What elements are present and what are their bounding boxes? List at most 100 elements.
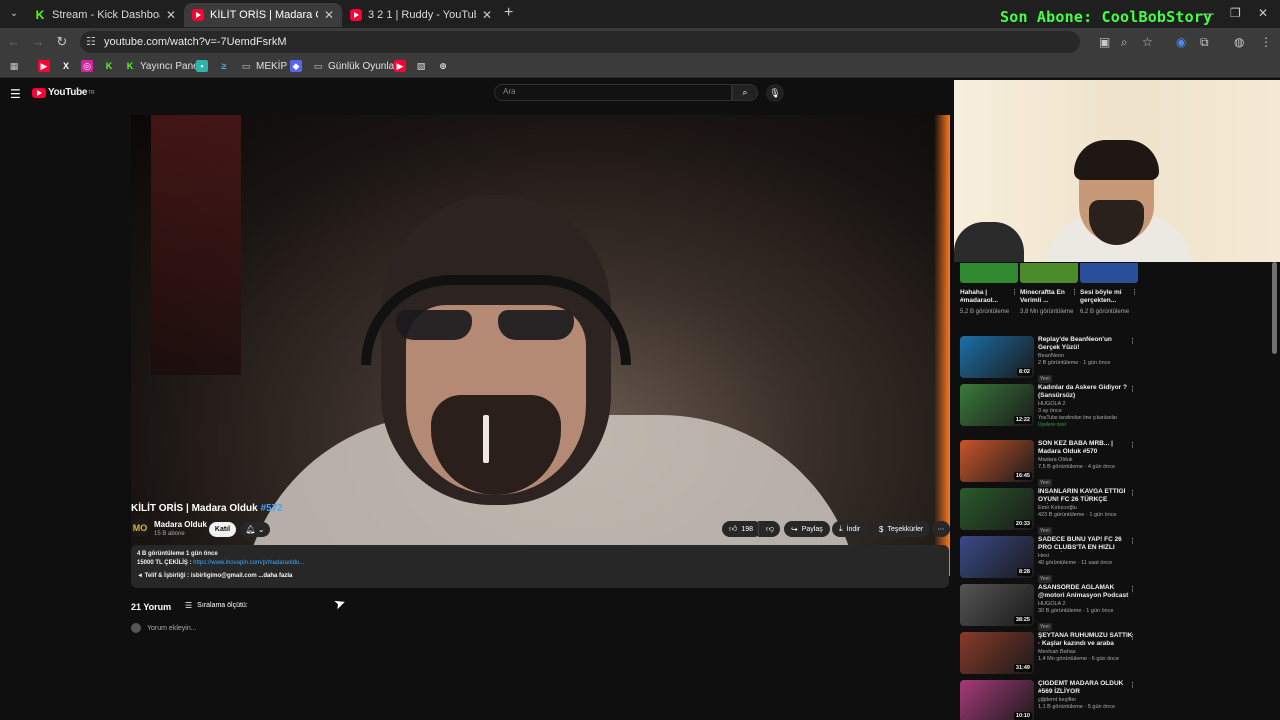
recommended-video[interactable]: 31:49 ŞEYTANA RUHUMUZU SATTIK · Kaşlar ka… — [960, 632, 1140, 676]
video-title[interactable]: SADECE BUNU YAP! FC 26 PRO CLUBS'TA EN H… — [1038, 536, 1133, 552]
recommended-video[interactable]: 20:33 İNSANLARIN KAVGA ETTİĞİ OYUN! FC 26… — [960, 488, 1140, 535]
short-item[interactable]: Hahaha | #madaraol... 5,2 B görüntüleme … — [960, 263, 1018, 316]
bookmark-youtube[interactable]: ▶ — [38, 60, 54, 72]
back-icon[interactable]: ← — [6, 34, 22, 49]
recommended-video[interactable]: 8:02 Replay'de BeanNeon'un Gerçek Yüzü! Be… — [960, 336, 1140, 383]
video-description[interactable]: 4 B görüntüleme 1 gün önce 15000 TL ÇEKİ… — [131, 545, 949, 588]
video-title[interactable]: Replay'de BeanNeon'un Gerçek Yüzü! — [1038, 336, 1133, 352]
hamburger-menu-icon[interactable]: ☰ — [10, 87, 21, 101]
short-title[interactable]: Sesi böyle mi gerçekten... — [1080, 289, 1138, 305]
profile-avatar-icon[interactable]: ◍ — [1234, 35, 1244, 49]
channel-avatar[interactable]: MO — [131, 519, 149, 537]
recommended-video[interactable]: 38:25 ASANSÖRDE AĞLAMAK @motori Animasyon… — [960, 584, 1140, 631]
short-thumbnail[interactable] — [1080, 263, 1138, 283]
search-button[interactable]: ⌕ — [732, 84, 758, 101]
cast-icon[interactable]: ▣ — [1099, 35, 1110, 49]
bookmark-x[interactable]: X — [60, 60, 76, 72]
video-title[interactable]: ASANSÖRDE AĞLAMAK @motori Animasyon Podc… — [1038, 584, 1133, 600]
new-tab-button[interactable]: + — [504, 4, 513, 22]
video-thumbnail[interactable]: 38:25 — [960, 584, 1034, 626]
notification-bell-button[interactable]: 🔔︎ ⌄ — [240, 522, 270, 537]
channel-name[interactable]: Mevlcan Bahas — [1038, 649, 1133, 656]
bookmark-kick[interactable]: K — [103, 60, 119, 72]
channel-name[interactable]: HUGOLA 2 — [1038, 401, 1133, 408]
video-thumbnail[interactable]: 20:33 — [960, 488, 1034, 530]
more-vertical-icon[interactable]: ⋮ — [1129, 441, 1136, 449]
video-title[interactable]: ÇİĞDEMT MADARA OLDUK #569 İZLİYOR — [1038, 680, 1133, 696]
site-info-icon[interactable]: ☷ — [86, 35, 96, 48]
channel-name[interactable]: Madara Olduk — [1038, 457, 1133, 464]
recommended-video[interactable]: 10:10 ÇİĞDEMT MADARA OLDUK #569 İZLİYOR çi… — [960, 680, 1140, 720]
more-actions-button[interactable]: ⋯ — [932, 521, 950, 537]
short-title[interactable]: Hahaha | #madaraol... — [960, 289, 1018, 305]
bookmark-youtube-2[interactable]: ▶ — [394, 60, 410, 72]
recommended-video[interactable]: 16:45 SON KEZ BABA MRB... | Madara Olduk … — [960, 440, 1140, 487]
extensions-icon[interactable]: ⧉ — [1200, 35, 1209, 50]
video-title-hashtag[interactable]: #572 — [261, 503, 283, 514]
voice-search-button[interactable]: 🎙 — [766, 84, 784, 102]
tab-search-chevron-icon[interactable]: ⌄ — [6, 6, 22, 22]
like-button[interactable]: 👍︎ 198 — [722, 521, 762, 537]
channel-name[interactable]: Madara Olduk — [154, 520, 207, 529]
channel-name[interactable]: Hexi — [1038, 553, 1133, 560]
close-icon[interactable]: ✕ — [482, 8, 492, 22]
video-thumbnail[interactable]: 16:45 — [960, 440, 1034, 482]
show-more-link[interactable]: ...daha fazla — [258, 573, 292, 579]
bookmark-image[interactable]: ▧ — [415, 60, 431, 72]
bookmark-folder-mekip[interactable]: ▭ MEKİP — [240, 60, 287, 72]
short-title[interactable]: Minecraftta En Verimli ... — [1020, 289, 1078, 305]
more-vertical-icon[interactable]: ⋮ — [1071, 288, 1078, 296]
bookmark-folder-gunluk-oyunlar[interactable]: ▭ Günlük Oyunlar — [312, 60, 398, 72]
more-vertical-icon[interactable]: ⋮ — [1011, 288, 1018, 296]
short-item[interactable]: Sesi böyle mi gerçekten... 6,2 B görüntü… — [1080, 263, 1138, 316]
more-vertical-icon[interactable]: ⋮ — [1129, 537, 1136, 545]
download-button[interactable]: ⤓ İndir — [832, 521, 868, 537]
video-thumbnail[interactable]: 8:02 — [960, 336, 1034, 378]
more-vertical-icon[interactable]: ⋮ — [1129, 337, 1136, 345]
zoom-icon[interactable]: ⌕ — [1121, 35, 1128, 50]
browser-menu-icon[interactable]: ⋮ — [1260, 35, 1272, 49]
description-link[interactable]: https://www.inovapin.com/p/madaraoldu... — [193, 560, 304, 566]
video-title[interactable]: ŞEYTANA RUHUMUZU SATTIK · Kaşlar kazındı… — [1038, 632, 1133, 648]
video-title[interactable]: İNSANLARIN KAVGA ETTİĞİ OYUN! FC 26 TÜRK… — [1038, 488, 1133, 504]
url-omnibox[interactable]: ☷ youtube.com/watch?v=-7UemdFsrkM — [80, 31, 1080, 53]
share-button[interactable]: ↪ Paylaş — [784, 521, 830, 537]
more-vertical-icon[interactable]: ⋮ — [1131, 288, 1138, 296]
video-thumbnail[interactable]: 31:49 — [960, 632, 1034, 674]
video-title[interactable]: SON KEZ BABA MRB... | Madara Olduk #570 — [1038, 440, 1133, 456]
short-thumbnail[interactable] — [1020, 263, 1078, 283]
bookmark-globe[interactable]: ⊕ — [437, 60, 453, 72]
window-close-icon[interactable]: ✕ — [1258, 6, 1268, 20]
add-comment-input[interactable]: Yorum ekleyin... — [131, 623, 197, 633]
extension-shield-icon[interactable]: ◉ — [1176, 35, 1186, 49]
close-icon[interactable]: ✕ — [324, 8, 334, 22]
video-title[interactable]: Kadınlar da Askere Gidiyor ? (Sansürsüz) — [1038, 384, 1133, 400]
more-vertical-icon[interactable]: ⋮ — [1129, 585, 1136, 593]
bookmark-star-icon[interactable]: ☆ — [1142, 35, 1153, 49]
channel-name[interactable]: çiğdemt keşifler — [1038, 697, 1133, 704]
url-text[interactable]: youtube.com/watch?v=-7UemdFsrkM — [104, 36, 286, 48]
join-button[interactable]: Katıl — [209, 522, 236, 537]
scrollbar-thumb[interactable] — [1272, 262, 1277, 354]
thanks-button[interactable]: $ Teşekkürler — [872, 521, 931, 537]
tab-youtube-ruddy[interactable]: 3 2 1 | Ruddy - YouTube ✕ — [342, 3, 500, 27]
bookmark-yayinci-paneli[interactable]: K Yayıncı Paneli — [124, 60, 203, 72]
tab-kick-dashboard[interactable]: K Stream - Kick Dashboard ✕ — [26, 3, 184, 27]
channel-name[interactable]: HUGOLA 2 — [1038, 601, 1133, 608]
tab-youtube-video[interactable]: KİLİT ORİS | Madara Olduk #572 ✕ — [184, 3, 342, 27]
video-thumbnail[interactable]: 10:10 — [960, 680, 1034, 720]
reload-icon[interactable]: ↻ — [54, 34, 70, 50]
video-thumbnail[interactable]: 12:22 — [960, 384, 1034, 426]
youtube-logo[interactable]: YouTube TR — [32, 87, 95, 98]
bookmark-instagram[interactable]: ◎ — [81, 60, 97, 72]
bookmark-prime[interactable]: ≥ — [218, 60, 234, 72]
more-vertical-icon[interactable]: ⋮ — [1129, 489, 1136, 497]
close-icon[interactable]: ✕ — [166, 8, 176, 22]
more-vertical-icon[interactable]: ⋮ — [1129, 385, 1136, 393]
search-input[interactable]: Ara — [494, 84, 732, 101]
apps-grid-icon[interactable]: ▦ — [8, 60, 24, 72]
forward-icon[interactable]: → — [30, 34, 46, 49]
bookmark-app[interactable]: ▪ — [196, 60, 212, 72]
sort-comments-button[interactable]: ☰ Sıralama ölçütü: — [185, 601, 248, 610]
short-item[interactable]: Minecraftta En Verimli ... 3,8 Mn görünt… — [1020, 263, 1078, 316]
